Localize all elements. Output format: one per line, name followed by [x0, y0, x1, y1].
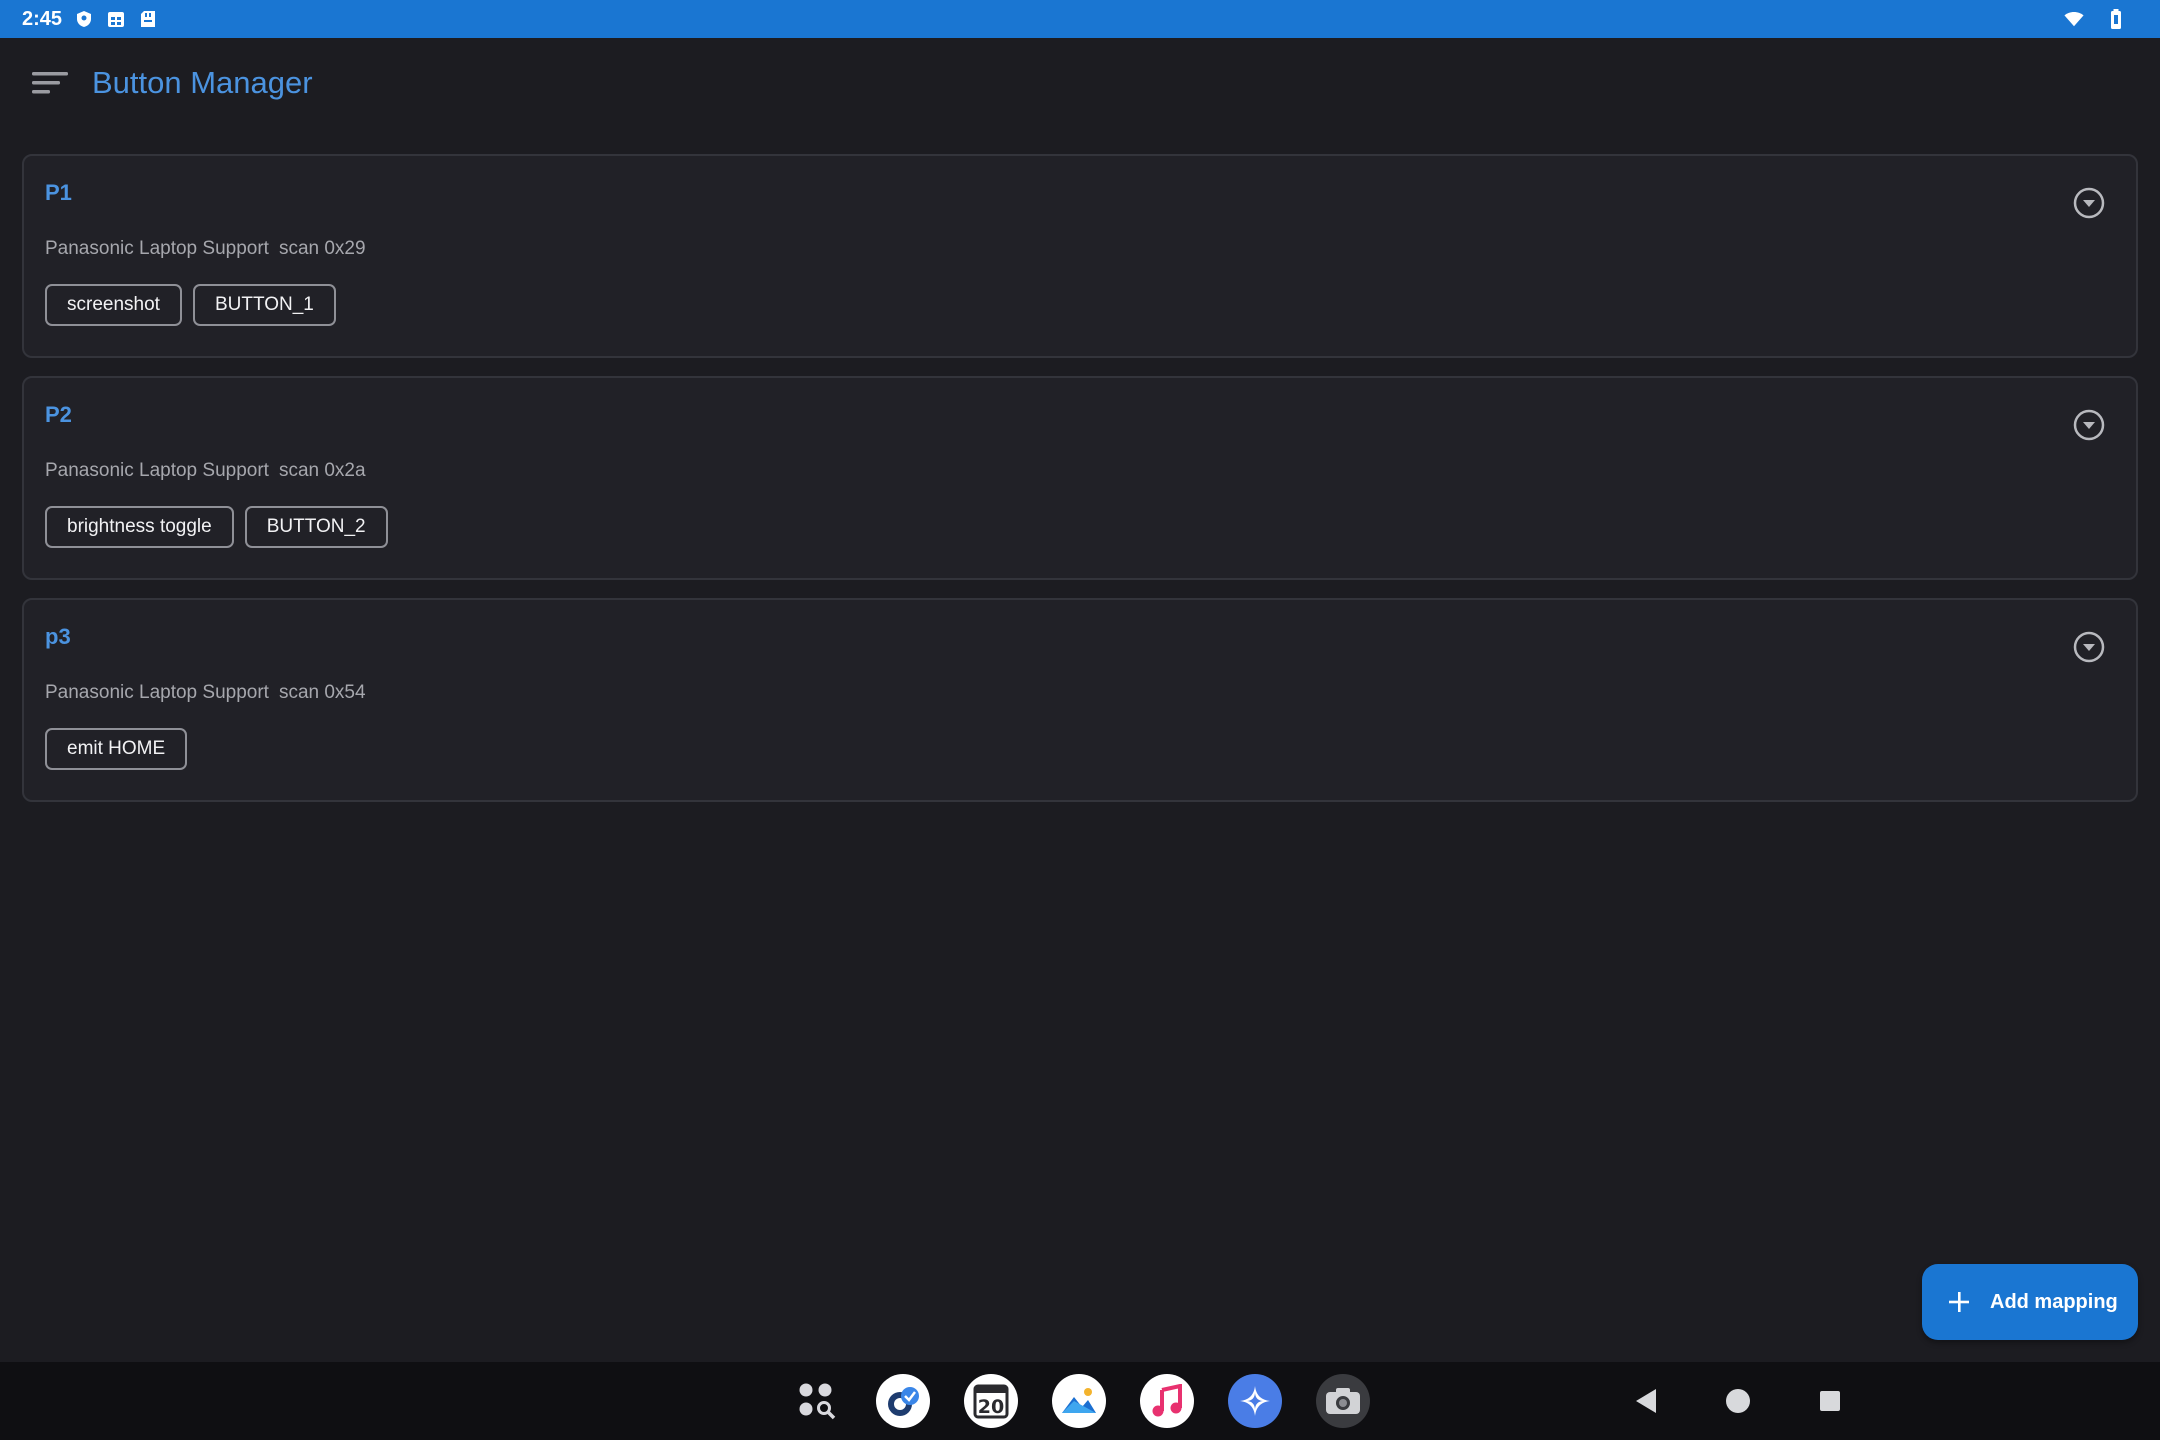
wifi-icon — [2064, 9, 2084, 29]
action-chip[interactable]: BUTTON_2 — [244, 506, 388, 548]
home-button[interactable] — [1719, 1382, 1757, 1420]
plus-icon — [1948, 1291, 1970, 1313]
battery-icon — [2106, 9, 2126, 29]
recents-square-icon — [1820, 1391, 1840, 1411]
shield-notification-icon — [74, 9, 94, 29]
mapping-device: Panasonic Laptop Support — [45, 238, 269, 259]
mapping-device: Panasonic Laptop Support — [45, 682, 269, 703]
mapping-card-p3[interactable]: p3 Panasonic Laptop Support scan 0x54 emi… — [22, 598, 2138, 802]
expand-circle-down-icon — [2073, 409, 2105, 441]
mapping-title: p3 — [45, 624, 71, 649]
mapping-list: P1 Panasonic Laptop Support scan 0x29 scr… — [22, 154, 2138, 820]
back-triangle-icon — [1636, 1389, 1656, 1413]
mapping-subtitle: Panasonic Laptop Support scan 0x2a — [45, 460, 366, 482]
calendar-notification-icon — [106, 9, 126, 29]
mapping-card-p1[interactable]: P1 Panasonic Laptop Support scan 0x29 scr… — [22, 154, 2138, 358]
gallery-app-icon[interactable] — [1052, 1374, 1106, 1428]
app-bar: Button Manager — [0, 38, 2160, 128]
page-title: Button Manager — [92, 65, 313, 100]
action-chip[interactable]: screenshot — [45, 284, 182, 326]
mapping-title: P2 — [45, 402, 72, 427]
menu-button[interactable] — [30, 63, 70, 103]
menu-icon — [32, 72, 68, 94]
camera-app-icon[interactable] — [1316, 1374, 1370, 1428]
add-mapping-label: Add mapping — [1990, 1290, 2118, 1313]
expand-circle-down-icon — [2073, 187, 2105, 219]
navigation-bar: 20 — [0, 1362, 2160, 1440]
home-circle-icon — [1726, 1389, 1750, 1413]
mapping-title: P1 — [45, 180, 72, 205]
expand-button[interactable] — [2072, 630, 2106, 664]
sd-card-notification-icon — [138, 9, 158, 29]
calendar-app-icon[interactable]: 20 — [964, 1374, 1018, 1428]
expand-button[interactable] — [2072, 186, 2106, 220]
recents-button[interactable] — [1811, 1382, 1849, 1420]
mapping-subtitle: Panasonic Laptop Support scan 0x29 — [45, 238, 366, 260]
calendar-day-label: 20 — [978, 1396, 1004, 1418]
expand-circle-down-icon — [2073, 631, 2105, 663]
back-button[interactable] — [1627, 1382, 1665, 1420]
assistant-app-icon[interactable] — [1228, 1374, 1282, 1428]
mapping-chips: screenshot BUTTON_1 — [45, 284, 336, 326]
mapping-device: Panasonic Laptop Support — [45, 460, 269, 481]
mapping-chips: brightness toggle BUTTON_2 — [45, 506, 388, 548]
mapping-scan-code: scan 0x54 — [278, 682, 366, 703]
mapping-scan-code: scan 0x29 — [278, 238, 366, 259]
app-drawer-search-icon[interactable] — [789, 1374, 843, 1428]
music-app-icon[interactable] — [1140, 1374, 1194, 1428]
action-chip[interactable]: emit HOME — [45, 728, 188, 770]
status-bar: 2:45 — [0, 0, 2160, 38]
action-chip[interactable]: BUTTON_1 — [192, 284, 336, 326]
mapping-chips: emit HOME — [45, 728, 188, 770]
messaging-app-icon[interactable] — [876, 1374, 930, 1428]
mapping-card-p2[interactable]: P2 Panasonic Laptop Support scan 0x2a bri… — [22, 376, 2138, 580]
mapping-scan-code: scan 0x2a — [278, 460, 366, 481]
status-time: 2:45 — [22, 7, 63, 30]
action-chip[interactable]: brightness toggle — [45, 506, 234, 548]
mapping-subtitle: Panasonic Laptop Support scan 0x54 — [45, 682, 366, 704]
add-mapping-button[interactable]: Add mapping — [1922, 1264, 2138, 1340]
expand-button[interactable] — [2072, 408, 2106, 442]
